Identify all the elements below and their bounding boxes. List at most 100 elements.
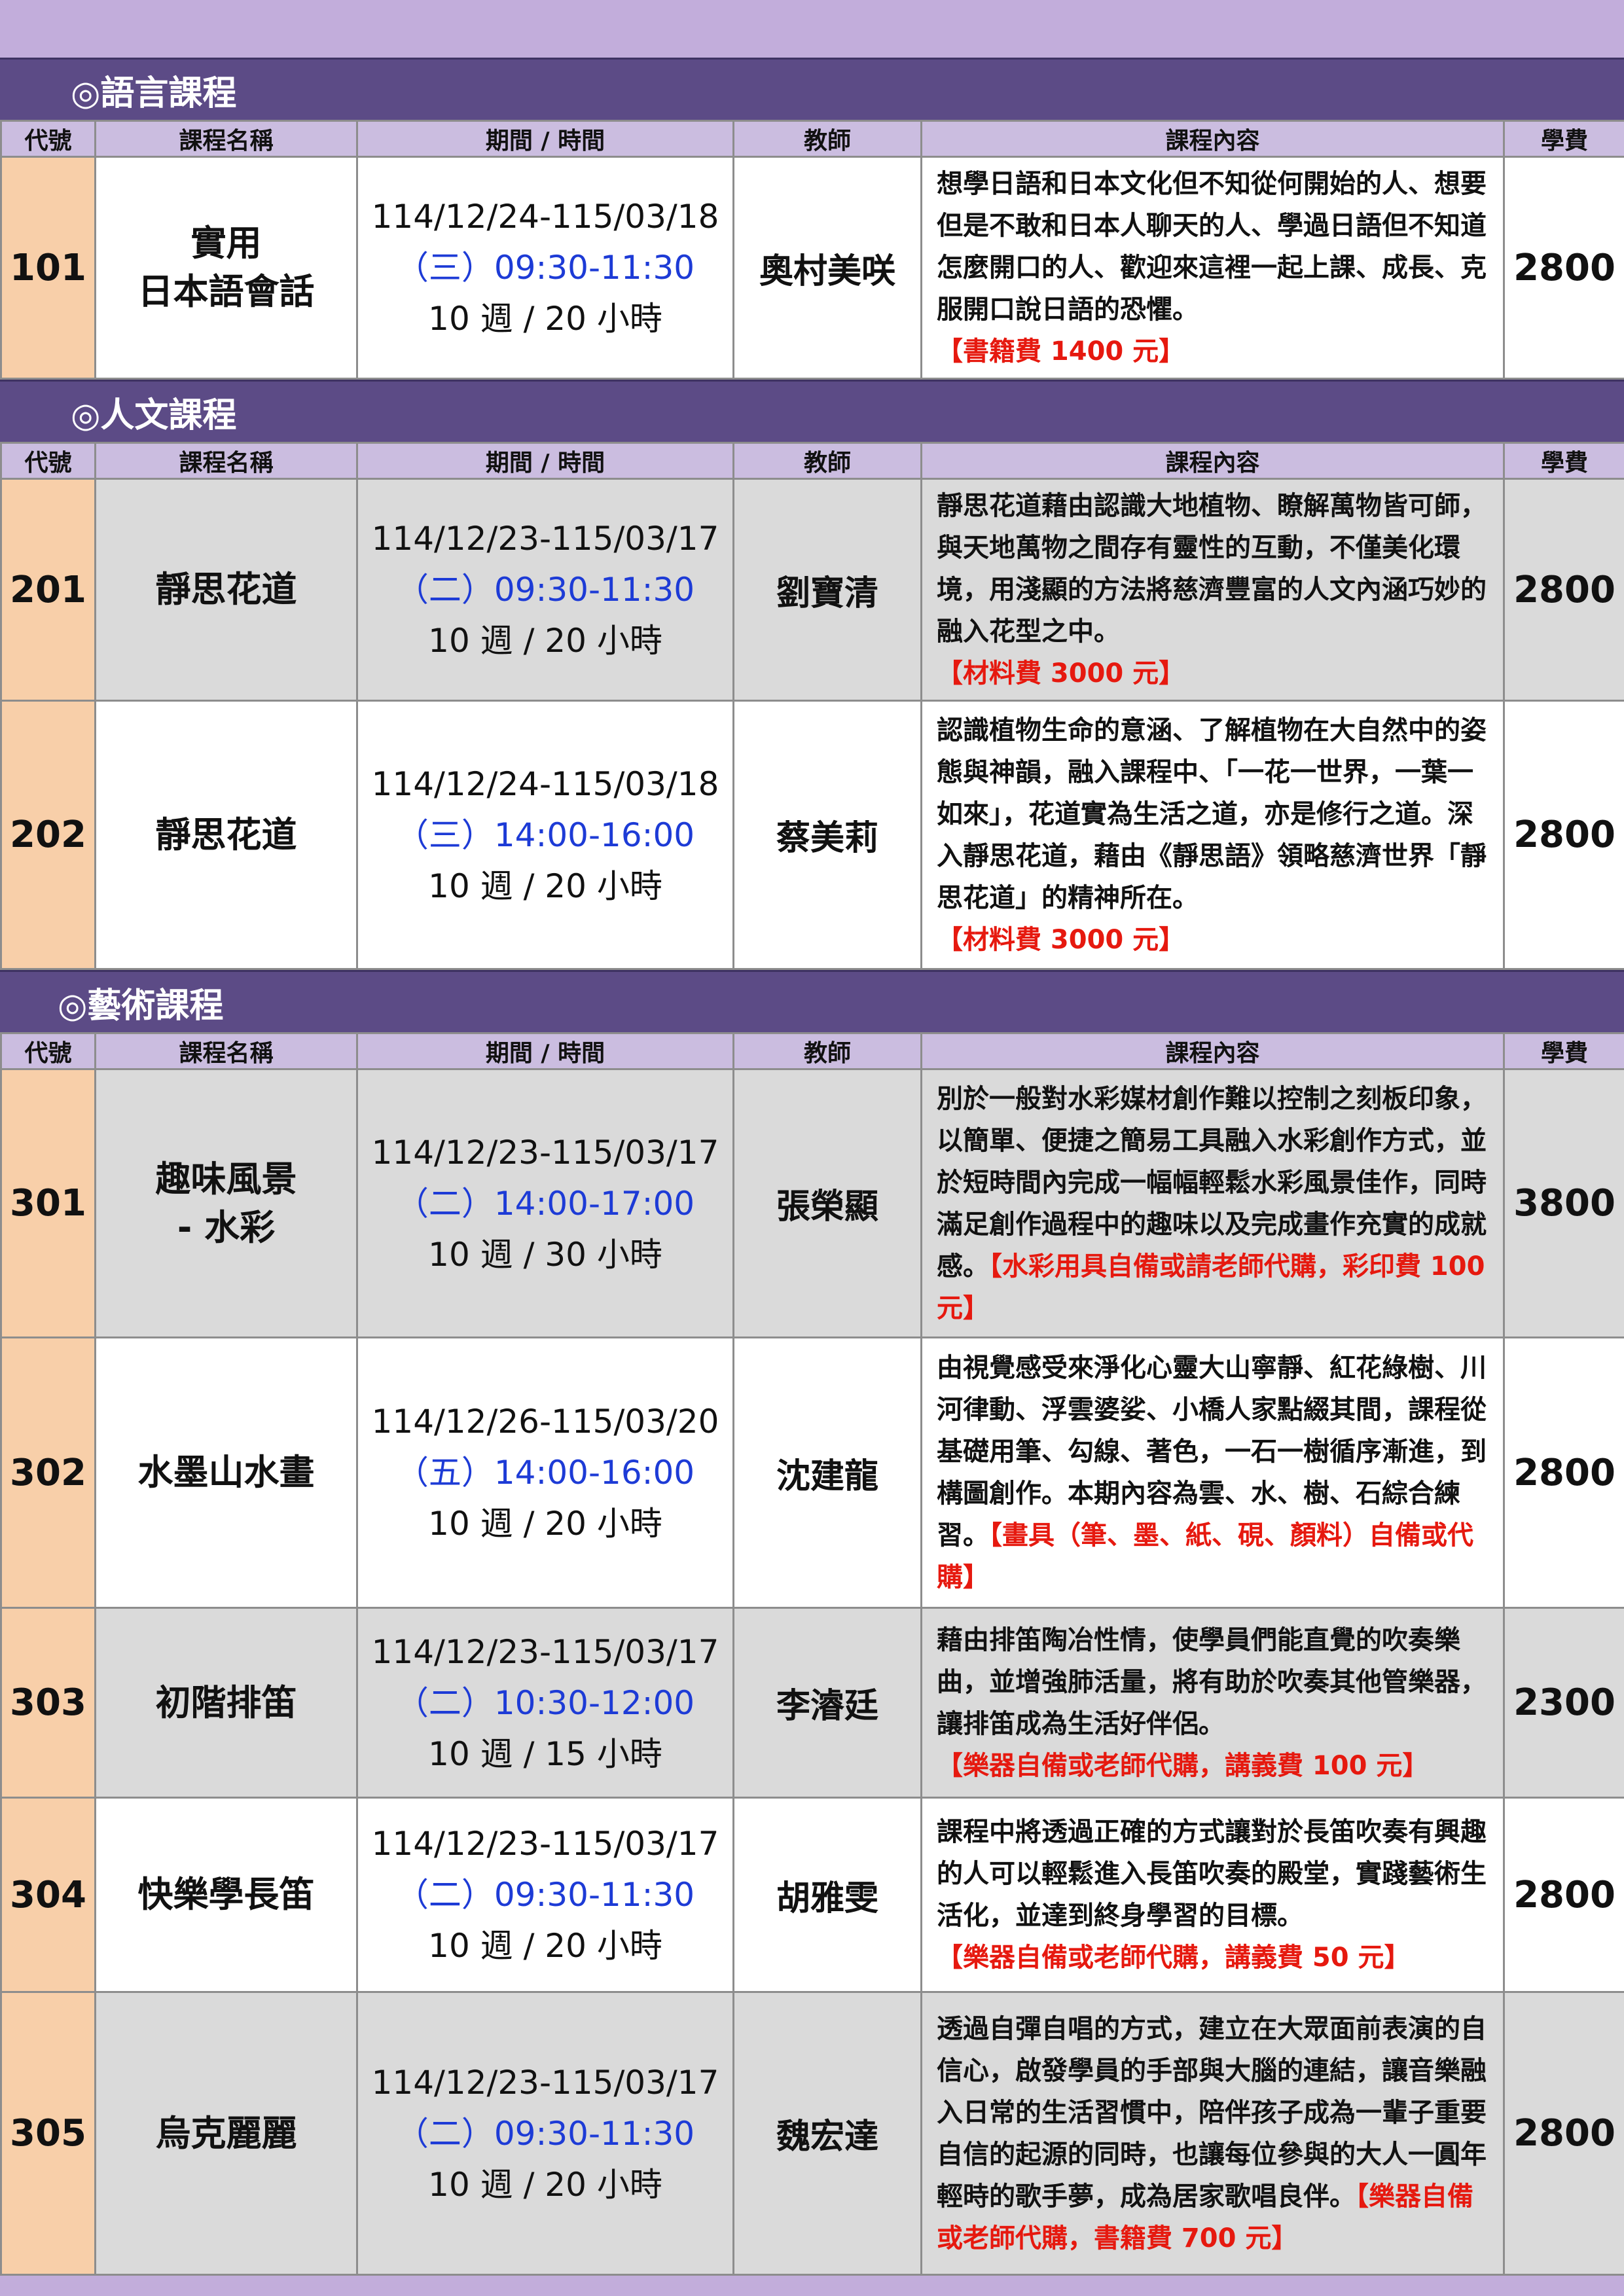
course-content: 別於一般對水彩媒材創作難以控制之刻板印象，以簡單、便捷之簡易工具融入水彩創作方式… [920,1068,1505,1338]
course-duration: 10 週 / 20 小時 [428,867,662,905]
course-name-line: 實用 [190,223,262,264]
course-table-language: 代號 課程名稱 期間 / 時間 教師 課程內容 學費 101 實用 日本語會話 … [0,120,1624,380]
course-note: 【材料費 3000 元】 [937,924,1185,955]
course-period-cell: 114/12/23-115/03/17 （二）10:30-12:00 10 週 … [356,1607,734,1799]
course-name: 靜思花道 [94,478,358,702]
course-row-201: 201 靜思花道 114/12/23-115/03/17 （二）09:30-11… [0,478,1624,702]
course-content: 靜思花道藉由認識大地植物、瞭解萬物皆可師，與天地萬物之間存有靈性的互動，不僅美化… [920,478,1505,702]
course-period-cell: 114/12/24-115/03/18 （三）09:30-11:30 10 週 … [356,156,734,380]
course-teacher: 劉寶清 [732,478,922,702]
course-table-arts: 代號 課程名稱 期間 / 時間 教師 課程內容 學費 301 趣味風景 - 水彩… [0,1032,1624,2276]
course-name: 趣味風景 - 水彩 [94,1068,358,1338]
course-duration: 10 週 / 15 小時 [428,1734,662,1773]
course-period: 114/12/23-115/03/17 [371,1133,719,1172]
course-period: 114/12/24-115/03/18 [371,764,719,803]
course-period-cell: 114/12/23-115/03/17 （二）14:00-17:00 10 週 … [356,1068,734,1338]
course-fee: 2800 [1503,1336,1624,1609]
course-row-202: 202 靜思花道 114/12/24-115/03/18 （三）14:00-16… [0,700,1624,970]
header-teacher: 教師 [732,442,922,480]
course-description: 想學日語和日本文化但不知從何開始的人、想要但是不敢和日本人聊天的人、學過日語但不… [937,169,1487,325]
header-name: 課程名稱 [94,442,358,480]
course-content: 由視覺感受來淨化心靈大山寧靜、紅花綠樹、川河律動、浮雲婆娑、小橋人家點綴其間，課… [920,1336,1505,1609]
course-content: 認識植物生命的意涵、了解植物在大自然中的姿態與神韻，融入課程中、「一花一世界，一… [920,700,1505,970]
course-description: 靜思花道藉由認識大地植物、瞭解萬物皆可師，與天地萬物之間存有靈性的互動，不僅美化… [937,491,1487,647]
course-note: 【材料費 3000 元】 [937,658,1185,689]
header-teacher: 教師 [732,120,922,158]
course-name: 烏克麗麗 [94,1991,358,2276]
table-header: 代號 課程名稱 期間 / 時間 教師 課程內容 學費 [0,1032,1624,1070]
section-title-arts: ◎藝術課程 [0,970,1624,1032]
course-code: 301 [0,1068,96,1338]
course-name-line: 快樂學長笛 [137,1874,315,1915]
course-period: 114/12/23-115/03/17 [371,1632,719,1671]
course-code: 101 [0,156,96,380]
course-teacher: 胡雅雯 [732,1797,922,1993]
course-description: 課程中將透過正確的方式讓對於長笛吹奏有興趣的人可以輕鬆進入長笛吹奏的殿堂，實踐藝… [937,1817,1487,1931]
header-content: 課程內容 [920,120,1505,158]
course-note: 【水彩用具自備或請老師代購，彩印費 100 元】 [937,1251,1485,1323]
course-fee: 2800 [1503,156,1624,380]
course-content: 藉由排笛陶冶性情，使學員們能直覺的吹奏樂曲，並增強肺活量，將有助於吹奏其他管樂器… [920,1607,1505,1799]
course-duration: 10 週 / 30 小時 [428,1235,662,1274]
header-fee: 學費 [1503,120,1624,158]
course-teacher: 魏宏達 [732,1991,922,2276]
course-day-time: （二）09:30-11:30 [395,2114,695,2153]
course-duration: 10 週 / 20 小時 [428,622,662,660]
course-code: 201 [0,478,96,702]
course-note: 【樂器自備或老師代購，講義費 100 元】 [937,1750,1429,1781]
header-period: 期間 / 時間 [356,442,734,480]
course-period: 114/12/24-115/03/18 [371,198,719,236]
table-header: 代號 課程名稱 期間 / 時間 教師 課程內容 學費 [0,442,1624,480]
course-day-time: （三）14:00-16:00 [395,816,695,854]
course-period-cell: 114/12/24-115/03/18 （三）14:00-16:00 10 週 … [356,700,734,970]
header-period: 期間 / 時間 [356,1032,734,1070]
course-period-cell: 114/12/26-115/03/20 （五）14:00-16:00 10 週 … [356,1336,734,1609]
course-period-cell: 114/12/23-115/03/17 （二）09:30-11:30 10 週 … [356,478,734,702]
header-code: 代號 [0,1032,96,1070]
course-fee: 2800 [1503,700,1624,970]
course-name-line: 水墨山水畫 [137,1452,315,1493]
course-period-cell: 114/12/23-115/03/17 （二）09:30-11:30 10 週 … [356,1797,734,1993]
course-row-305: 305 烏克麗麗 114/12/23-115/03/17 （二）09:30-11… [0,1991,1624,2276]
course-period: 114/12/23-115/03/17 [371,520,719,558]
course-day-time: （二）10:30-12:00 [395,1683,695,1722]
course-teacher: 沈建龍 [732,1336,922,1609]
section-title-humanities: ◎人文課程 [0,380,1624,442]
course-name-line: 烏克麗麗 [155,2112,297,2154]
course-code: 305 [0,1991,96,2276]
course-teacher: 李濬廷 [732,1607,922,1799]
course-code: 304 [0,1797,96,1993]
header-name: 課程名稱 [94,1032,358,1070]
course-name: 初階排笛 [94,1607,358,1799]
course-period: 114/12/23-115/03/17 [371,1825,719,1863]
course-row-301: 301 趣味風景 - 水彩 114/12/23-115/03/17 （二）14:… [0,1068,1624,1338]
course-period: 114/12/26-115/03/20 [371,1403,719,1441]
course-duration: 10 週 / 20 小時 [428,1927,662,1965]
course-schedule: ◎語言課程 代號 課程名稱 期間 / 時間 教師 課程內容 學費 101 實用 … [0,58,1624,2276]
course-name: 靜思花道 [94,700,358,970]
course-name-line: 靜思花道 [155,569,297,610]
course-duration: 10 週 / 20 小時 [428,300,662,338]
course-teacher: 張榮顯 [732,1068,922,1338]
course-name: 實用 日本語會話 [94,156,358,380]
course-duration: 10 週 / 20 小時 [428,2165,662,2204]
course-note: 【樂器自備或老師代購，講義費 50 元】 [937,1943,1411,1973]
course-day-time: （二）14:00-17:00 [395,1184,695,1223]
course-content: 透過自彈自唱的方式，建立在大眾面前表演的自信心，啟發學員的手部與大腦的連結，讓音… [920,1991,1505,2276]
header-content: 課程內容 [920,442,1505,480]
course-table-humanities: 代號 課程名稱 期間 / 時間 教師 課程內容 學費 201 靜思花道 114/… [0,442,1624,970]
header-code: 代號 [0,120,96,158]
course-name-line: 靜思花道 [155,814,297,855]
course-content: 想學日語和日本文化但不知從何開始的人、想要但是不敢和日本人聊天的人、學過日語但不… [920,156,1505,380]
course-day-time: （五）14:00-16:00 [395,1454,695,1492]
header-name: 課程名稱 [94,120,358,158]
course-name-line: 趣味風景 [155,1158,297,1200]
header-fee: 學費 [1503,442,1624,480]
course-fee: 2300 [1503,1607,1624,1799]
course-row-304: 304 快樂學長笛 114/12/23-115/03/17 （二）09:30-1… [0,1797,1624,1993]
course-name: 水墨山水畫 [94,1336,358,1609]
course-period-cell: 114/12/23-115/03/17 （二）09:30-11:30 10 週 … [356,1991,734,2276]
course-description: 藉由排笛陶冶性情，使學員們能直覺的吹奏樂曲，並增強肺活量，將有助於吹奏其他管樂器… [937,1624,1487,1739]
course-name-line: 日本語會話 [137,271,315,312]
course-content: 課程中將透過正確的方式讓對於長笛吹奏有興趣的人可以輕鬆進入長笛吹奏的殿堂，實踐藝… [920,1797,1505,1993]
